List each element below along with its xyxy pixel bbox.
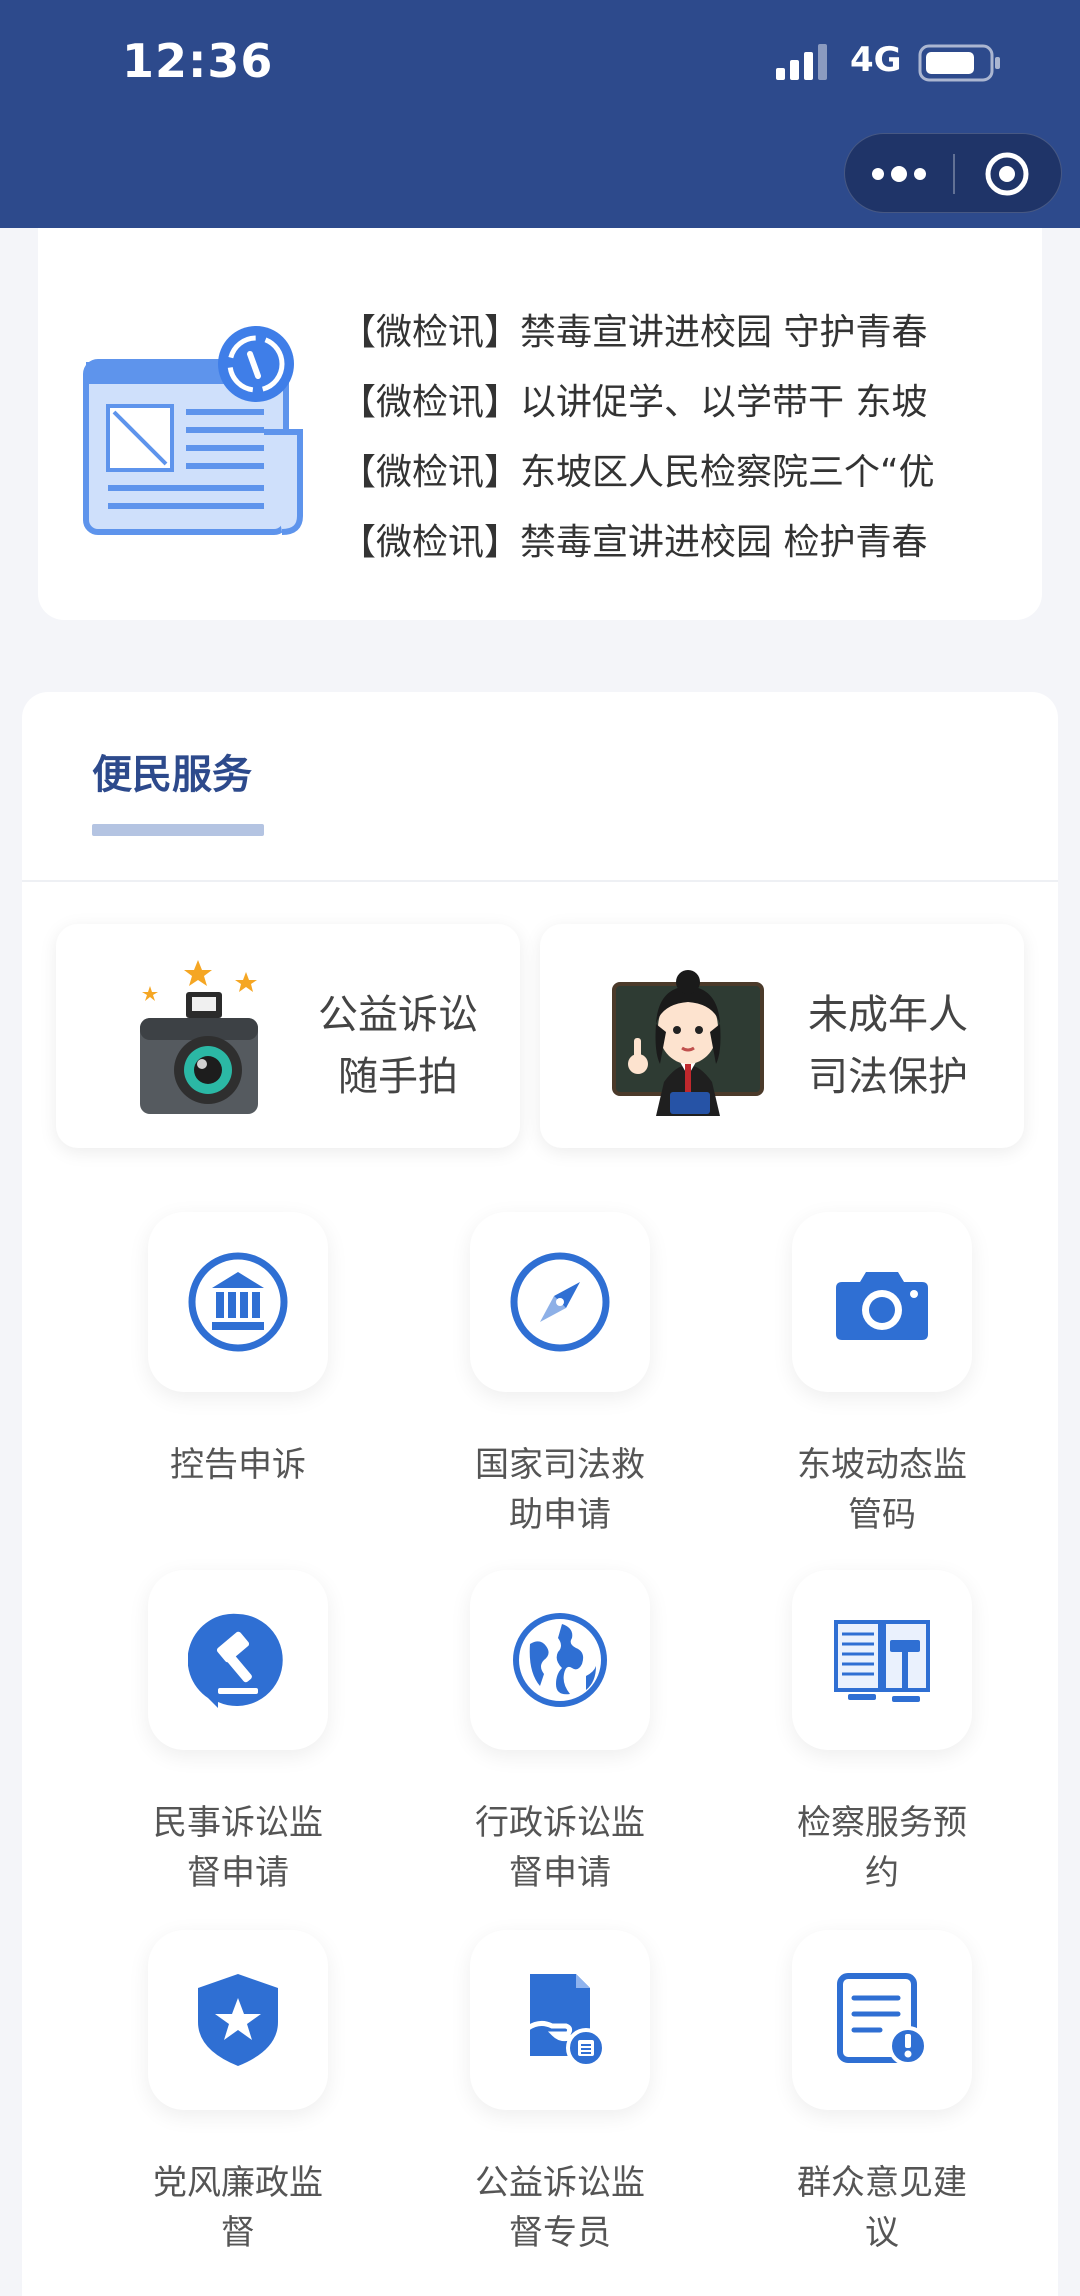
service-label-line: 国家司法救 [475,1445,645,1485]
law-book-icon [834,1620,930,1702]
tab-services[interactable]: 便民服务 [92,742,252,800]
service-party-integrity[interactable]: 党风廉政监 督 [77,1930,399,2253]
battery-icon [918,44,1000,82]
photo-camera-icon [836,1272,928,1340]
service-label-line: 行政诉讼监 [475,1803,645,1843]
service-label-line: 督 [221,2213,255,2253]
icon-tile [792,1570,972,1750]
shield-star-icon [198,1974,278,2066]
document-alert-icon [837,1973,928,2066]
news-item[interactable]: 【微检讯】禁毒宣讲进校园 检护青春 [340,508,1030,578]
gavel-icon [188,1613,283,1708]
globe-icon [513,1613,607,1707]
document-hand-icon [525,1974,606,2068]
news-card: 【微检讯】禁毒宣讲进校园 守护青春 【微检讯】以讲促学、以学带干 东坡 【微检讯… [38,228,1042,620]
feature-label: 未成年人 司法保护 [788,984,988,1108]
icon-tile [148,1930,328,2110]
news-item[interactable]: 【微检讯】东坡区人民检察院三个“优 [340,438,1030,508]
service-label: 东坡动态监 管码 [721,1440,1043,1540]
news-list: 【微检讯】禁毒宣讲进校园 守护青春 【微检讯】以讲促学、以学带干 东坡 【微检讯… [340,298,1030,578]
service-label-line: 控告申诉 [170,1445,306,1485]
status-time: 12:36 [122,34,274,88]
feature-public-interest-photo[interactable]: 公益诉讼 随手拍 [56,924,520,1148]
network-type: 4G [850,40,902,80]
service-complaint-appeal[interactable]: 控告申诉 [77,1212,399,1532]
mini-program-capsule [844,133,1062,213]
more-dots-icon [872,166,926,182]
section-divider [22,880,1058,882]
icon-tile [470,1570,650,1750]
service-public-opinion[interactable]: 群众意见建 议 [721,1930,1043,2253]
newspaper-icon [83,326,303,535]
service-label-line: 督专员 [509,2213,611,2253]
feature-label-line: 未成年人 [808,992,968,1038]
service-civil-supervision[interactable]: 民事诉讼监 督申请 [77,1570,399,1893]
courthouse-icon [188,1252,288,1352]
service-label-line: 督申请 [509,1853,611,1893]
feature-minor-protection[interactable]: 未成年人 司法保护 [540,924,1024,1148]
service-dynamic-code[interactable]: 东坡动态监 管码 [721,1212,1043,1535]
close-button[interactable] [955,134,1063,212]
service-label-line: 东坡动态监 [797,1445,967,1485]
service-label-line: 议 [865,2213,899,2253]
target-close-icon [985,152,1029,196]
header-bar: 12:36 4G [0,0,1080,228]
compass-icon [510,1252,610,1352]
feature-label-line: 公益诉讼 [318,992,478,1038]
feature-label-line: 司法保护 [808,1054,968,1100]
signal-icon [776,44,827,80]
service-label: 民事诉讼监 督申请 [77,1798,399,1898]
service-label: 党风廉政监 督 [77,2158,399,2258]
service-label-line: 公益诉讼监 [475,2163,645,2203]
camera-icon [140,960,258,1114]
feature-label-line: 随手拍 [338,1054,458,1100]
service-label: 行政诉讼监 督申请 [399,1798,721,1898]
tab-underline [92,824,264,836]
icon-tile [470,1930,650,2110]
service-admin-supervision[interactable]: 行政诉讼监 督申请 [399,1570,721,1893]
service-label: 群众意见建 议 [721,2158,1043,2258]
service-label-line: 检察服务预 [797,1803,967,1843]
service-label-line: 群众意见建 [797,2163,967,2203]
service-label-line: 约 [865,1853,899,1893]
service-label-line: 民事诉讼监 [153,1803,323,1843]
service-label: 公益诉讼监 督专员 [399,2158,721,2258]
icon-tile [792,1212,972,1392]
service-label-line: 管码 [848,1495,916,1535]
news-item[interactable]: 【微检讯】禁毒宣讲进校园 守护青春 [340,298,1030,368]
feature-label: 公益诉讼 随手拍 [298,984,498,1108]
icon-tile [792,1930,972,2110]
service-appointment[interactable]: 检察服务预 约 [721,1570,1043,1893]
service-label: 控告申诉 [77,1440,399,1490]
teacher-icon [612,970,764,1116]
service-label-line: 党风廉政监 [153,2163,323,2203]
service-label-line: 督申请 [187,1853,289,1893]
service-label: 检察服务预 约 [721,1798,1043,1898]
news-item[interactable]: 【微检讯】以讲促学、以学带干 东坡 [340,368,1030,438]
services-card: 便民服务 公益诉讼 随手拍 未成年人 司法保护 控告申诉 国家司法救 助申请 东… [22,692,1058,2296]
more-button[interactable] [845,134,953,212]
service-label: 国家司法救 助申请 [399,1440,721,1540]
service-public-interest-commissioner[interactable]: 公益诉讼监 督专员 [399,1930,721,2253]
service-judicial-aid[interactable]: 国家司法救 助申请 [399,1212,721,1535]
icon-tile [148,1212,328,1392]
icon-tile [470,1212,650,1392]
service-label-line: 助申请 [509,1495,611,1535]
icon-tile [148,1570,328,1750]
